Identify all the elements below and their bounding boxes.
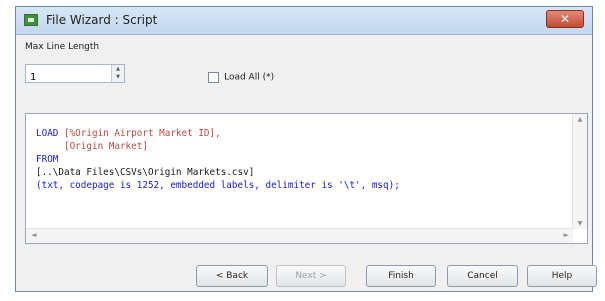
file-wizard-dialog: File Wizard : Script ✕ Max Line Length ▲… bbox=[15, 6, 597, 292]
script-editor[interactable]: LOAD [%Origin Airport Market ID], [Origi… bbox=[25, 113, 588, 244]
horizontal-scrollbar[interactable]: ◄ ► bbox=[26, 228, 573, 243]
max-line-length-input[interactable] bbox=[26, 69, 114, 86]
window-title: File Wizard : Script bbox=[46, 13, 158, 27]
scroll-right-icon[interactable]: ► bbox=[564, 231, 569, 239]
scroll-left-icon[interactable]: ◄ bbox=[31, 231, 36, 239]
cancel-button[interactable]: Cancel bbox=[447, 265, 518, 287]
scroll-up-icon[interactable]: ▲ bbox=[573, 116, 587, 123]
script-line-5: (txt, codepage is 1252, embedded labels,… bbox=[36, 180, 400, 191]
script-line-2: [Origin Market] bbox=[36, 141, 148, 152]
spinner-down-icon[interactable]: ▼ bbox=[112, 73, 124, 81]
script-keyword-load: LOAD bbox=[36, 128, 59, 139]
next-button[interactable]: Next > bbox=[276, 265, 346, 287]
spinner[interactable]: ▲ ▼ bbox=[111, 65, 124, 82]
script-line-1: [%Origin Airport Market ID], bbox=[58, 128, 221, 139]
load-all-option[interactable]: Load All (*) bbox=[208, 67, 275, 83]
script-keyword-from: FROM bbox=[36, 154, 59, 165]
load-all-checkbox[interactable] bbox=[208, 72, 219, 83]
help-button[interactable]: Help bbox=[527, 265, 597, 287]
close-icon: ✕ bbox=[559, 12, 571, 26]
scroll-down-icon[interactable]: ▼ bbox=[573, 220, 587, 227]
title-bar: File Wizard : Script ✕ bbox=[16, 7, 592, 35]
finish-button[interactable]: Finish bbox=[366, 265, 436, 287]
spinner-up-icon[interactable]: ▲ bbox=[112, 65, 124, 73]
script-line-4: [..\Data Files\CSVs\Origin Markets.csv] bbox=[36, 167, 255, 178]
app-icon bbox=[24, 14, 38, 26]
load-all-label: Load All (*) bbox=[224, 72, 275, 83]
max-line-length-label: Max Line Length bbox=[25, 42, 100, 52]
back-button[interactable]: < Back bbox=[196, 265, 268, 287]
max-line-length-stepper[interactable]: ▲ ▼ bbox=[25, 64, 125, 86]
script-text[interactable]: LOAD [%Origin Airport Market ID], [Origi… bbox=[36, 127, 400, 192]
vertical-scrollbar[interactable]: ▲ ▼ bbox=[572, 114, 587, 229]
close-button[interactable]: ✕ bbox=[546, 10, 584, 28]
